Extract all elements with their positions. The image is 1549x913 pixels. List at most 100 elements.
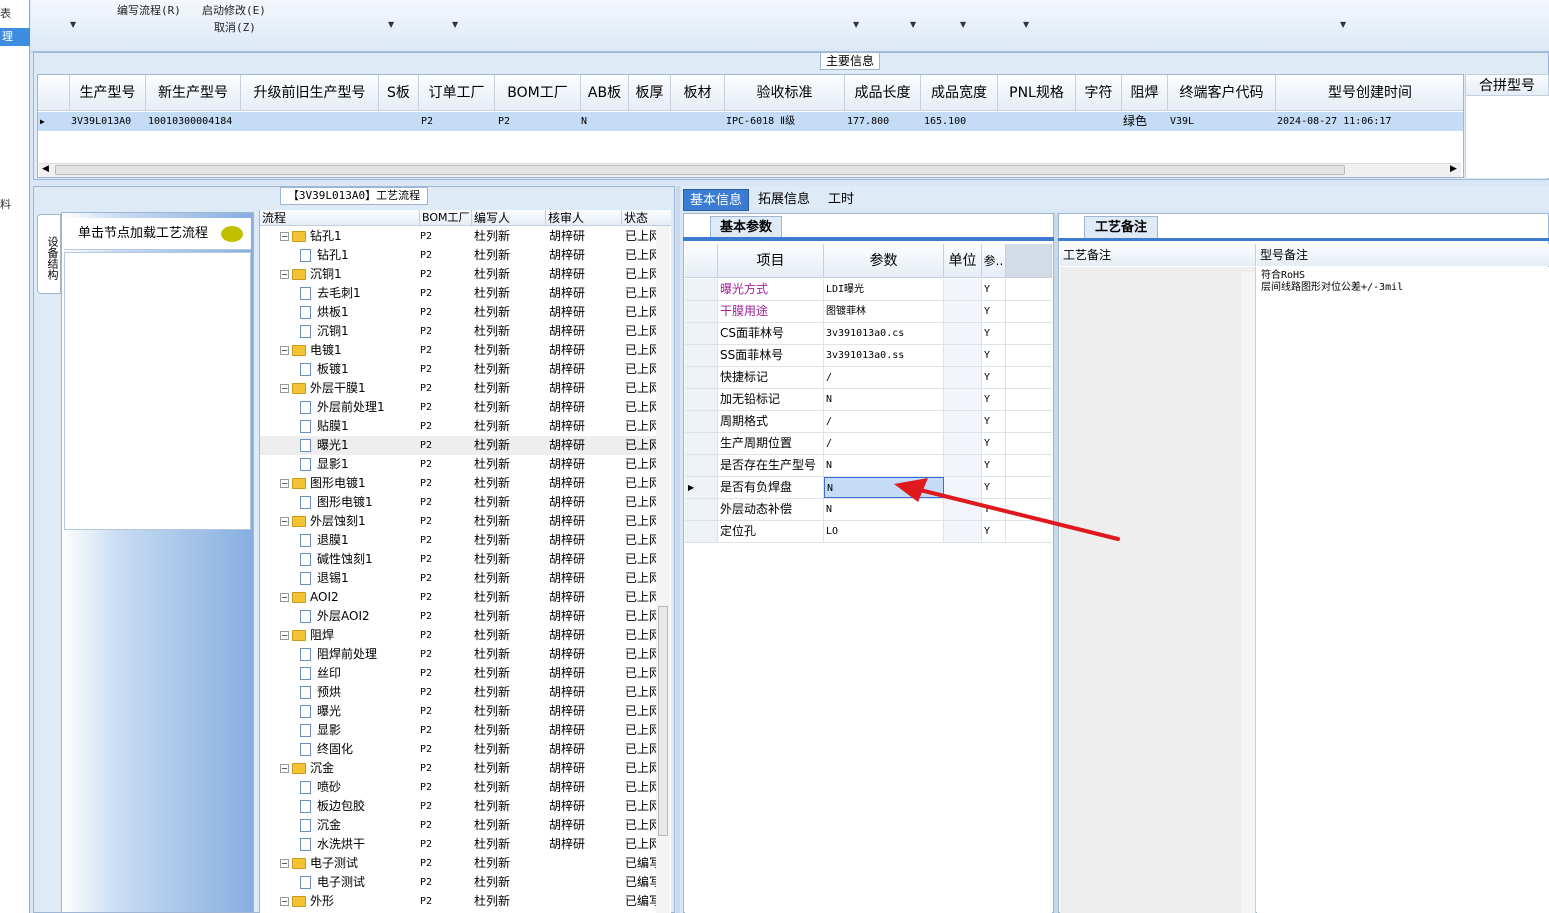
left-nav-item[interactable]: 料 xyxy=(0,196,11,212)
cell-standard[interactable]: IPC-6018 Ⅱ级 xyxy=(726,113,795,130)
param-row[interactable]: 周期格式 / Y xyxy=(685,411,1052,433)
tab-work-hours[interactable]: 工时 xyxy=(822,189,860,211)
collapse-icon[interactable]: − xyxy=(280,897,289,906)
tree-row[interactable]: 显影 P2 杜列新 胡梓研 已上网 xyxy=(260,721,660,740)
tree-node[interactable]: 钻孔1 xyxy=(300,246,420,265)
dropdown-arrow-icon[interactable]: ▼ xyxy=(1340,20,1346,29)
tree-row[interactable]: 显影1 P2 杜列新 胡梓研 已上网 xyxy=(260,455,660,474)
param-value-field[interactable]: / xyxy=(824,433,944,454)
column-header[interactable]: S板 xyxy=(379,75,419,111)
tree-row[interactable]: 钻孔1 P2 杜列新 胡梓研 已上网 xyxy=(260,246,660,265)
tree-node[interactable]: 喷砂 xyxy=(300,778,420,797)
tree-row[interactable]: 喷砂 P2 杜列新 胡梓研 已上网 xyxy=(260,778,660,797)
tree-row[interactable]: 预烘 P2 杜列新 胡梓研 已上网 xyxy=(260,683,660,702)
cell-order-factory[interactable]: P2 xyxy=(421,113,433,130)
tree-row[interactable]: 沉铜1 P2 杜列新 胡梓研 已上网 xyxy=(260,322,660,341)
collapse-icon[interactable]: − xyxy=(280,859,289,868)
cell-created-time[interactable]: 2024-08-27 11:06:17 xyxy=(1277,113,1391,130)
collapse-icon[interactable]: − xyxy=(280,631,289,640)
param-value-field[interactable]: / xyxy=(824,367,944,388)
param-row[interactable]: 是否存在生产型号 N Y xyxy=(685,455,1052,477)
column-header[interactable]: 终端客户代码 xyxy=(1168,75,1276,111)
cancel-button[interactable]: 取消(Z) xyxy=(214,19,256,35)
tree-node[interactable]: 终固化 xyxy=(300,740,420,759)
tree-node[interactable]: 沉铜1 xyxy=(300,322,420,341)
tree-row[interactable]: 碱性蚀刻1 P2 杜列新 胡梓研 已上网 xyxy=(260,550,660,569)
process-remark-field[interactable] xyxy=(1060,267,1256,913)
tab-process-remarks[interactable]: 工艺备注 xyxy=(1084,216,1158,238)
tree-node[interactable]: 板边包胶 xyxy=(300,797,420,816)
tree-row[interactable]: 电子测试 P2 杜列新 已编写 xyxy=(260,873,660,892)
tree-row[interactable]: − 电镀1 P2 杜列新 胡梓研 已上网 xyxy=(260,341,660,360)
param-row[interactable]: SS面菲林号 3v391013a0.ss Y xyxy=(685,345,1052,367)
column-header[interactable]: 成品长度 xyxy=(845,75,921,111)
column-header[interactable]: 型号创建时间 xyxy=(1276,75,1463,111)
tab-basic-params[interactable]: 基本参数 xyxy=(710,216,782,237)
vertical-splitter[interactable] xyxy=(676,186,680,913)
tree-row[interactable]: − 外形 P2 杜列新 已编写 xyxy=(260,892,660,911)
tree-row[interactable]: − 图形电镀1 P2 杜列新 胡梓研 已上网 xyxy=(260,474,660,493)
tree-node[interactable]: 丝印 xyxy=(300,664,420,683)
vertical-tab-equipment[interactable]: 设备结构 xyxy=(37,214,61,294)
column-header[interactable]: 生产型号 xyxy=(70,75,146,111)
scroll-right-icon[interactable]: ▶ xyxy=(1450,164,1457,174)
collapse-icon[interactable]: − xyxy=(280,384,289,393)
tree-node[interactable]: 预烘 xyxy=(300,683,420,702)
tree-node[interactable]: 水洗烘干 xyxy=(300,835,420,854)
param-value-field[interactable]: LDI曝光 xyxy=(824,279,944,300)
tree-node[interactable]: − 沉铜1 xyxy=(280,265,400,284)
tree-row[interactable]: 板边包胶 P2 杜列新 胡梓研 已上网 xyxy=(260,797,660,816)
column-header[interactable]: 新生产型号 xyxy=(146,75,241,111)
tab-extended-info[interactable]: 拓展信息 xyxy=(752,189,816,211)
tree-row[interactable]: 贴膜1 P2 杜列新 胡梓研 已上网 xyxy=(260,417,660,436)
param-value-field[interactable]: / xyxy=(824,411,944,432)
dropdown-arrow-icon[interactable]: ▼ xyxy=(70,20,76,29)
tree-row[interactable]: 终固化 P2 杜列新 胡梓研 已上网 xyxy=(260,740,660,759)
dropdown-arrow-icon[interactable]: ▼ xyxy=(388,20,394,29)
model-remark-field[interactable] xyxy=(1257,267,1549,913)
tree-node[interactable]: 退锡1 xyxy=(300,569,420,588)
tree-row[interactable]: 曝光 P2 杜列新 胡梓研 已上网 xyxy=(260,702,660,721)
tree-node[interactable]: 板镀1 xyxy=(300,360,420,379)
cell-prod-model[interactable]: 3V39L013A0 xyxy=(71,113,131,130)
column-header[interactable]: BOM工厂 xyxy=(495,75,581,111)
scroll-left-icon[interactable]: ◀ xyxy=(42,164,49,174)
column-header[interactable]: 升级前旧生产型号 xyxy=(241,75,379,111)
column-header[interactable]: 流程 xyxy=(260,210,420,226)
tree-row[interactable]: 烘板1 P2 杜列新 胡梓研 已上网 xyxy=(260,303,660,322)
tree-node[interactable]: − 电子测试 xyxy=(280,854,400,873)
cell-length[interactable]: 177.800 xyxy=(847,113,889,130)
param-row[interactable]: 干膜用途 图镀菲林 Y xyxy=(685,301,1052,323)
column-header[interactable]: 参数 xyxy=(824,244,944,278)
tree-node[interactable]: − 外层干膜1 xyxy=(280,379,400,398)
param-value-field[interactable]: 图镀菲林 xyxy=(824,301,944,322)
tree-node[interactable]: 曝光1 xyxy=(300,436,420,455)
tree-row[interactable]: 板镀1 P2 杜列新 胡梓研 已上网 xyxy=(260,360,660,379)
cell-ab-board[interactable]: N xyxy=(581,113,587,130)
collapse-icon[interactable]: − xyxy=(280,764,289,773)
tree-row[interactable]: 图形电镀1 P2 杜列新 胡梓研 已上网 xyxy=(260,493,660,512)
tree-node[interactable]: − AOI2 xyxy=(280,588,400,607)
left-nav-item[interactable]: 表 xyxy=(0,5,11,21)
column-header[interactable]: AB板 xyxy=(581,75,629,111)
collapse-icon[interactable]: − xyxy=(280,593,289,602)
dropdown-arrow-icon[interactable]: ▼ xyxy=(960,20,966,29)
tree-node[interactable]: 烘板1 xyxy=(300,303,420,322)
collapse-icon[interactable]: − xyxy=(280,517,289,526)
tree-row[interactable]: 水洗烘干 P2 杜列新 胡梓研 已上网 xyxy=(260,835,660,854)
column-header[interactable]: 单位 xyxy=(944,244,982,278)
tree-node[interactable]: 阻焊前处理 xyxy=(300,645,420,664)
tree-node[interactable]: 去毛刺1 xyxy=(300,284,420,303)
tree-node[interactable]: 贴膜1 xyxy=(300,417,420,436)
tree-node[interactable]: − 沉金 xyxy=(280,759,400,778)
dropdown-arrow-icon[interactable]: ▼ xyxy=(1023,20,1029,29)
tree-row[interactable]: 外层AOI2 P2 杜列新 胡梓研 已上网 xyxy=(260,607,660,626)
tree-node[interactable]: 外层AOI2 xyxy=(300,607,420,626)
column-header[interactable]: 验收标准 xyxy=(725,75,845,111)
cell-customer-code[interactable]: V39L xyxy=(1170,113,1194,130)
tree-node[interactable]: 碱性蚀刻1 xyxy=(300,550,420,569)
scrollbar-thumb[interactable] xyxy=(658,606,668,836)
param-row[interactable]: 快捷标记 / Y xyxy=(685,367,1052,389)
tree-node[interactable]: 曝光 xyxy=(300,702,420,721)
tree-row[interactable]: 阻焊前处理 P2 杜列新 胡梓研 已上网 xyxy=(260,645,660,664)
